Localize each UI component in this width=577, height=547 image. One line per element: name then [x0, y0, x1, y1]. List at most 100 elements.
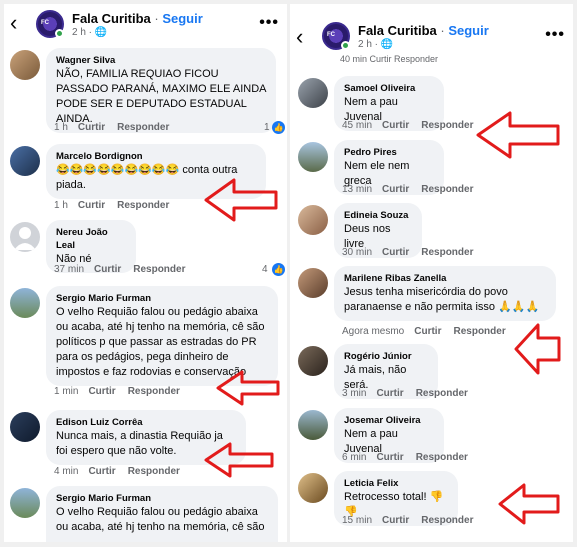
reply-button[interactable]: Responder [133, 264, 185, 275]
red-arrow-icon [216, 370, 280, 406]
like-icon: 👍 [272, 121, 285, 134]
reply-button[interactable]: Responder [421, 515, 473, 526]
avatar[interactable] [298, 142, 328, 172]
comment: Nereu João Leal Não né 37 min Curtir Respo… [4, 218, 287, 278]
reply-button[interactable]: Responder [416, 452, 468, 463]
reply-button[interactable]: Responder [117, 122, 169, 133]
post-meta: 2 h · 🌐 [358, 39, 393, 50]
post-header: ‹ FC Fala Curitiba · Seguir 2 h · 🌐 ••• … [290, 4, 573, 64]
comment-time: 45 min [342, 120, 373, 131]
like-icon: 👍 [272, 263, 285, 276]
comment-author[interactable]: Pedro Pires [344, 146, 434, 159]
comment-author[interactable]: Sergio Mario Furman [56, 492, 268, 505]
like-button[interactable]: Curtir [382, 515, 409, 526]
comment-actions: 1 h Curtir Responder [54, 200, 181, 211]
like-count: 4 [262, 264, 268, 275]
comment-time: 37 min [54, 264, 85, 275]
more-options-button[interactable]: ••• [259, 14, 279, 32]
comment-time: 6 min [342, 452, 367, 463]
reply-button[interactable]: Responder [421, 247, 473, 258]
comment-time: 13 min [342, 184, 373, 195]
like-button[interactable]: Curtir [382, 184, 409, 195]
like-button[interactable]: Curtir [376, 452, 403, 463]
like-button[interactable]: Curtir [382, 120, 409, 131]
comment-actions: Agora mesmo Curtir Responder [342, 326, 518, 337]
post-header: ‹ FC Fala Curitiba · Seguir 2 h · 🌐 ••• [4, 4, 287, 44]
reply-button[interactable]: Responder [117, 200, 169, 211]
comment-author[interactable]: Josemar Oliveira [344, 414, 434, 427]
comment-actions: 3 min Curtir Responder [342, 388, 480, 399]
like-button[interactable]: Curtir [78, 200, 105, 211]
right-screenshot-panel: ‹ FC Fala Curitiba · Seguir 2 h · 🌐 ••• … [290, 4, 573, 542]
like-button[interactable]: Curtir [88, 466, 115, 477]
like-button[interactable]: Curtir [414, 326, 441, 337]
more-options-button[interactable]: ••• [545, 26, 565, 44]
like-button[interactable]: Curtir [382, 247, 409, 258]
post-time: 2 h · [72, 27, 95, 38]
like-button[interactable]: Curtir [94, 264, 121, 275]
comment-time: 4 min [54, 466, 79, 477]
comment-time: 1 h [54, 122, 68, 133]
comment: Wagner Silva NÃO, FAMILIA REQUIAO FICOU … [4, 46, 287, 138]
reply-button[interactable]: Responder [128, 466, 180, 477]
red-arrow-icon [476, 111, 560, 159]
page-avatar[interactable]: FC [36, 10, 64, 38]
follow-button[interactable]: Seguir [162, 11, 202, 26]
page-logo: FC [327, 32, 335, 38]
avatar[interactable] [10, 412, 40, 442]
avatar[interactable] [298, 78, 328, 108]
comment-author[interactable]: Wagner Silva [56, 54, 266, 67]
like-button[interactable]: Curtir [376, 388, 403, 399]
comment-actions: 30 min Curtir Responder [342, 247, 485, 258]
comment-author[interactable]: Edineia Souza [344, 209, 412, 222]
comment-author[interactable]: Marilene Ribas Zanella [344, 272, 546, 285]
comment-actions: 15 min Curtir Responder [342, 515, 485, 526]
reply-button[interactable]: Responder [128, 386, 180, 397]
comment-bubble: Sergio Mario Furman O velho Requião falo… [46, 486, 278, 542]
comment-time: 30 min [342, 247, 373, 258]
comment-author[interactable]: Samoel Oliveira [344, 82, 434, 95]
back-button[interactable]: ‹ [296, 26, 303, 48]
comment-author[interactable]: Marcelo Bordignon [56, 150, 256, 163]
comment-author[interactable]: Rogério Júnior [344, 350, 428, 363]
avatar[interactable] [298, 410, 328, 440]
separator: · [154, 11, 159, 26]
comment-text: NÃO, FAMILIA REQUIAO FICOU PASSADO PARAN… [56, 68, 266, 125]
reply-button[interactable]: Responder [421, 184, 473, 195]
reply-button[interactable]: Responder [416, 388, 468, 399]
reply-button[interactable]: Responder [453, 326, 505, 337]
avatar[interactable] [298, 268, 328, 298]
avatar[interactable] [10, 50, 40, 80]
globe-icon: 🌐 [94, 27, 108, 38]
page-name[interactable]: Fala Curitiba [72, 11, 151, 26]
avatar[interactable] [10, 146, 40, 176]
page-name-row: Fala Curitiba · Seguir [72, 11, 203, 26]
comment-author[interactable]: Leticia Felix [344, 477, 448, 490]
reply-button[interactable]: Responder [421, 120, 473, 131]
like-button[interactable]: Curtir [88, 386, 115, 397]
separator: · [440, 23, 445, 38]
default-avatar[interactable] [10, 222, 40, 252]
page-avatar[interactable]: FC [322, 22, 350, 50]
comment-author[interactable]: Nereu João Leal [56, 226, 126, 252]
comment-time: 3 min [342, 388, 367, 399]
avatar[interactable] [10, 488, 40, 518]
avatar[interactable] [298, 346, 328, 376]
comment-author[interactable]: Edison Luiz Corrêa [56, 416, 236, 429]
avatar[interactable] [10, 288, 40, 318]
comment-actions: 4 min Curtir Responder [54, 466, 192, 477]
back-button[interactable]: ‹ [10, 12, 17, 34]
comment-time: 15 min [342, 515, 373, 526]
person-icon [14, 227, 36, 250]
page-name[interactable]: Fala Curitiba [358, 23, 437, 38]
follow-button[interactable]: Seguir [448, 23, 488, 38]
post-time: 2 h · [358, 39, 381, 50]
avatar[interactable] [298, 473, 328, 503]
like-button[interactable]: Curtir [78, 122, 105, 133]
red-arrow-icon [204, 442, 274, 478]
comment: Edineia Souza Deus nos livre 30 min Curti… [290, 203, 573, 263]
comment-time: 1 min [54, 386, 79, 397]
comment-bubble: Wagner Silva NÃO, FAMILIA REQUIAO FICOU … [46, 48, 276, 133]
comment-author[interactable]: Sergio Mario Furman [56, 292, 268, 305]
avatar[interactable] [298, 205, 328, 235]
